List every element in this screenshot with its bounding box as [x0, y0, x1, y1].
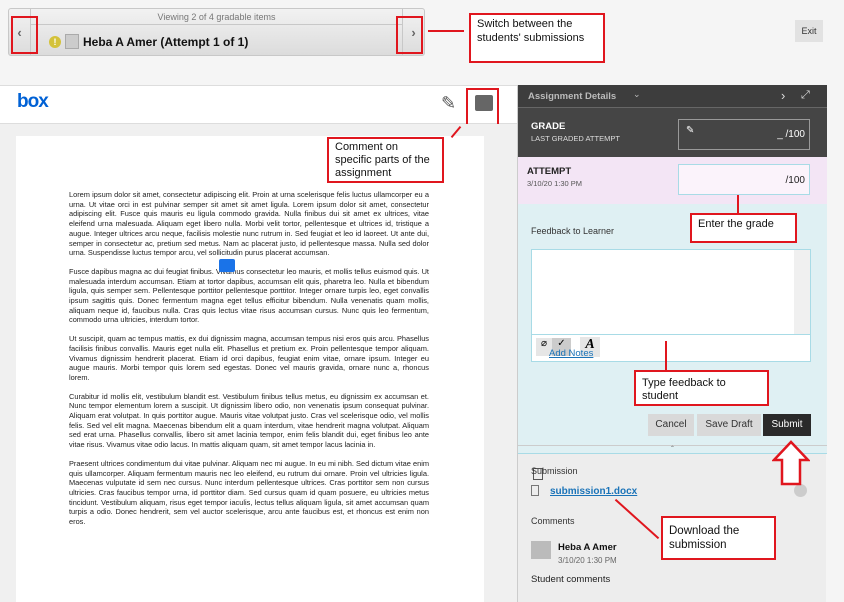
attempt-grade-input[interactable]: /100 [678, 164, 810, 195]
annotation-comment: Comment on specific parts of the assignm… [327, 137, 444, 183]
scrollbar[interactable] [794, 250, 810, 334]
file-icon [531, 485, 539, 496]
paragraph: Ut suscipit, quam ac tempus mattis, ex d… [69, 334, 429, 382]
annotation-download: Download the submission [661, 516, 776, 560]
avatar [531, 541, 551, 559]
paragraph: Curabitur id mollis elit, vestibulum bla… [69, 391, 429, 450]
inline-comment-icon[interactable] [219, 259, 235, 272]
paragraph: Praesent ultrices condimentum dui vitae … [69, 458, 429, 527]
submission-file-link[interactable]: submission1.docx [550, 486, 637, 497]
student-navigator: ‹ Viewing 2 of 4 gradable items ! Heba A … [8, 8, 425, 56]
box-logo: box [17, 91, 49, 112]
comments-label: Comments [531, 516, 575, 526]
document-text: Lorem ipsum dolor sit amet, consectetur … [69, 190, 429, 536]
feedback-label: Feedback to Learner [531, 226, 615, 236]
add-notes-link[interactable]: Add Notes [549, 348, 593, 359]
save-draft-button[interactable]: Save Draft [697, 414, 761, 436]
overall-grade-field[interactable]: ✎ _ /100 [678, 119, 810, 150]
submit-button[interactable]: Submit [763, 414, 811, 436]
grade-label: GRADE [531, 121, 566, 132]
attempt-label: ATTEMPT [527, 166, 572, 177]
comment-date: 3/10/20 1:30 PM [558, 556, 617, 565]
pencil-icon: ✎ [686, 125, 695, 136]
annotation-highlight [396, 16, 423, 54]
commenter-name: Heba A Amer [558, 542, 617, 553]
feedback-editor[interactable]: ⌀ ✓ A [531, 249, 811, 362]
exit-button[interactable]: Exit [795, 20, 823, 42]
pencil-icon[interactable]: ✎ [441, 93, 456, 114]
assignment-details-toggle[interactable]: Assignment Details [528, 91, 616, 102]
annotation-feedback: Type feedback to student [634, 370, 769, 406]
viewer-toolbar: box ✎ [0, 85, 517, 124]
paragraph: Lorem ipsum dolor sit amet, consectetur … [69, 190, 429, 258]
annotation-switch: Switch between the students' submissions [469, 13, 605, 63]
grade-sublabel: LAST GRADED ATTEMPT [531, 134, 620, 143]
comment-text: Student comments [531, 574, 611, 585]
expand-icon[interactable]: ⤢ [801, 89, 810, 102]
annotation-highlight [466, 88, 499, 126]
attempt-date: 3/10/20 1:30 PM [527, 179, 583, 188]
arrow-up-icon [772, 440, 810, 486]
viewing-count: Viewing 2 of 4 gradable items [31, 9, 402, 25]
cancel-button[interactable]: Cancel [648, 414, 694, 436]
submission-label: Submission [531, 466, 578, 476]
chevron-right-icon[interactable]: › [781, 88, 785, 103]
avatar [65, 34, 79, 49]
chevron-down-icon: ⌄ [633, 89, 641, 99]
annotation-highlight [11, 16, 38, 54]
paragraph: Fusce dapibus magna ac dui feugiat finib… [69, 266, 429, 325]
student-name: Heba A Amer (Attempt 1 of 1) [83, 34, 249, 49]
annotation-grade: Enter the grade [690, 213, 797, 243]
warning-icon: ! [49, 35, 61, 48]
